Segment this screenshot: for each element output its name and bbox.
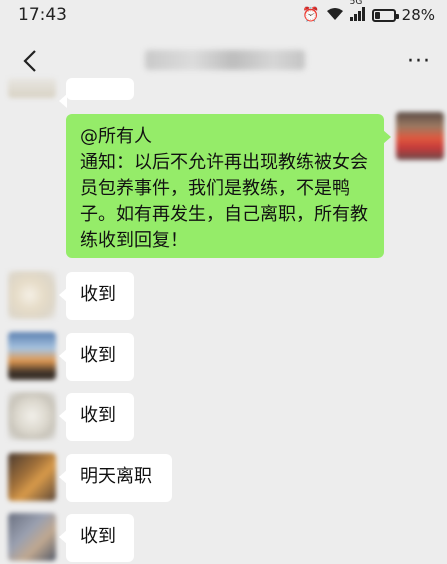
chevron-left-icon: [23, 50, 36, 72]
reply-text-2: 收到: [80, 345, 116, 366]
avatar-member-4[interactable]: [8, 453, 56, 501]
reply-text-4: 明天离职: [80, 466, 152, 487]
avatar-member-5[interactable]: [8, 513, 56, 561]
battery-level: [374, 11, 380, 19]
avatar-member-2[interactable]: [8, 332, 56, 380]
battery-percent: 28%: [401, 6, 435, 24]
reply-text-5: 收到: [80, 526, 116, 547]
avatar-partial[interactable]: [8, 78, 56, 98]
reply-bubble-1: 收到: [59, 272, 134, 320]
status-time: 17:43: [18, 5, 67, 25]
alarm-icon: ⏰: [302, 7, 320, 23]
announcement-bubble: @所有人 通知：以后不允许再出现教练被女会员包养事件，我们是教练，不是鸭子。如有…: [66, 114, 391, 258]
avatar-self[interactable]: [396, 112, 444, 160]
back-button[interactable]: [16, 47, 44, 75]
announcement-text: @所有人 通知：以后不允许再出现教练被女会员包养事件，我们是教练，不是鸭子。如有…: [80, 126, 368, 251]
battery-icon: [371, 8, 399, 22]
reply-bubble-5: 收到: [59, 514, 134, 562]
network-type-label: 5G: [349, 0, 363, 7]
message-bubble-partial: [59, 78, 134, 108]
reply-bubble-4: 明天离职: [59, 454, 172, 502]
avatar-member-3[interactable]: [8, 392, 56, 440]
chat-title-blurred: [145, 50, 305, 70]
reply-text-1: 收到: [80, 284, 116, 305]
signal-icon: 5G: [349, 0, 366, 24]
reply-bubble-3: 收到: [59, 393, 134, 441]
status-bar: 17:43 ⏰ 5G 28%: [0, 0, 447, 30]
more-options-button[interactable]: ···: [407, 49, 431, 74]
avatar-member-1[interactable]: [8, 271, 56, 319]
reply-bubble-2: 收到: [59, 333, 134, 381]
status-indicators: ⏰ 5G 28%: [302, 0, 435, 24]
wifi-icon: [326, 7, 344, 24]
reply-text-3: 收到: [80, 405, 116, 426]
